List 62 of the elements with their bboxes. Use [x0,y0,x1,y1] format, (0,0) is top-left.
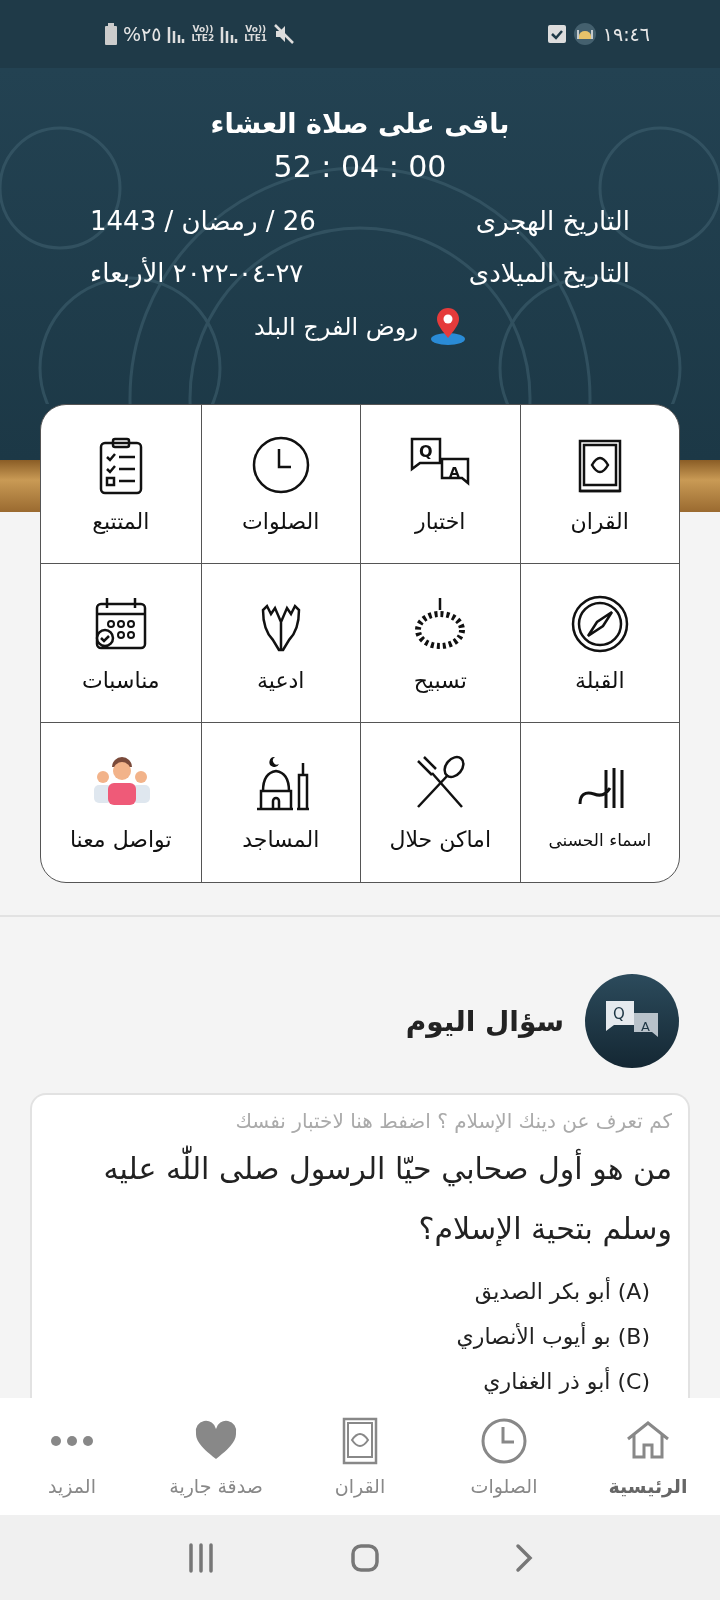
hint-text: كم تعرف عن دينك الإسلام ؟ اضفط هنا لاختبار نفسك [234,1109,672,1133]
feature-label: المتتبع [92,508,150,534]
clock-icon [250,434,311,495]
feature-tile[interactable]: مناسبات [41,564,201,723]
feature-tile[interactable]: اماكن حلال [360,723,520,882]
feature-label: اسماء الحسنى [548,829,652,850]
feature-label: المساجد [242,827,320,852]
feature-tile[interactable]: القران [519,405,679,564]
location-pin-icon [430,308,467,346]
feature-label: اختبار [415,508,466,534]
battery-percent: %٢٥ [123,23,162,45]
feature-label: مناسبات [81,667,160,693]
date-label: التاريخ الميلادى [467,258,630,288]
recent-apps-icon[interactable] [187,1542,216,1573]
clock-time: ١٩:٤٦ [602,23,650,45]
feature-tile[interactable]: تواصل معنا [41,723,201,882]
feature-tile[interactable]: ادعية [200,564,360,723]
countdown-timer: 52 : 04 : 00 [273,149,447,184]
mute-icon [273,23,296,45]
feature-tile[interactable]: تسبيح [360,564,520,723]
section-title: سؤال اليوم [405,1004,564,1038]
date-value: 26 / رمضان / 1443 [90,206,316,236]
nav-tab[interactable]: صدقة جارية [144,1398,288,1515]
feature-label: ادعية [257,667,305,693]
signal-icon [220,25,239,43]
nav-tab[interactable]: الرئيسية [576,1398,720,1515]
checkbox-icon [546,24,567,44]
feature-tile[interactable]: اسماء الحسنى [519,723,679,882]
signal-icon [167,25,186,43]
feature-label: القبلة [574,667,625,693]
feature-tile[interactable]: المتتبع [41,405,201,564]
network-label: LTE1 [244,34,268,43]
compass-icon [569,593,630,654]
volte-label: Vo)) [245,25,267,34]
answer-option[interactable]: (A) أبو بكر الصديق [52,1279,650,1304]
mosque-icon [572,22,597,46]
feature-label: تسبيح [413,667,467,693]
answer-option[interactable]: (C) أبو ذر الغفاري [52,1369,650,1394]
prayer-title: باقى على صلاة العشاء [210,108,510,139]
nav-tab[interactable]: الصلوات [432,1398,576,1515]
home-icon[interactable] [350,1542,380,1573]
date-value: ٢٧-٠٤-٢٠٢٢ الأربعاء [90,258,304,288]
feature-label: القران [570,508,629,534]
battery-icon [105,23,117,45]
answer-option[interactable]: (B) بو أيوب الأنصاري [52,1324,650,1349]
feature-tile[interactable]: المساجد [200,723,360,882]
feature-tile[interactable]: الصلوات [200,405,360,564]
feature-label: الصلوات [242,508,320,534]
question-text: من هو أول صحابي حيّا الرسول صلى اللّٰه عليه وسلم بتحية الإسلام؟ [52,1139,672,1259]
nav-tab[interactable]: المزيد [0,1398,144,1515]
clock-icon [480,1416,528,1465]
chat-bubbles-icon: Q A [584,973,680,1069]
feature-label: اماكن حلال [389,827,491,852]
question-card[interactable]: كم تعرف عن دينك الإسلام ؟ اضفط هنا لاختبار نفسك من هو أول صحابي حيّا الرسول صلى اللّٰه عليه وسلم بتحية الإسلام؟ (A) أبو بكر الصديق (B) بو أيوب الأنصاري (C) أبو ذر الغفاري [30,1093,690,1398]
network-label: LTE2 [191,34,215,43]
location-name: روض الفرج البلد [253,313,419,341]
nav-tab[interactable]: القران [288,1398,432,1515]
date-label: التاريخ الهجرى [474,206,630,236]
feature-label: تواصل معنا [69,827,172,852]
volte-label: Vo)) [192,25,214,34]
back-icon[interactable] [514,1542,533,1573]
feature-tile[interactable]: القبلة [519,564,679,723]
